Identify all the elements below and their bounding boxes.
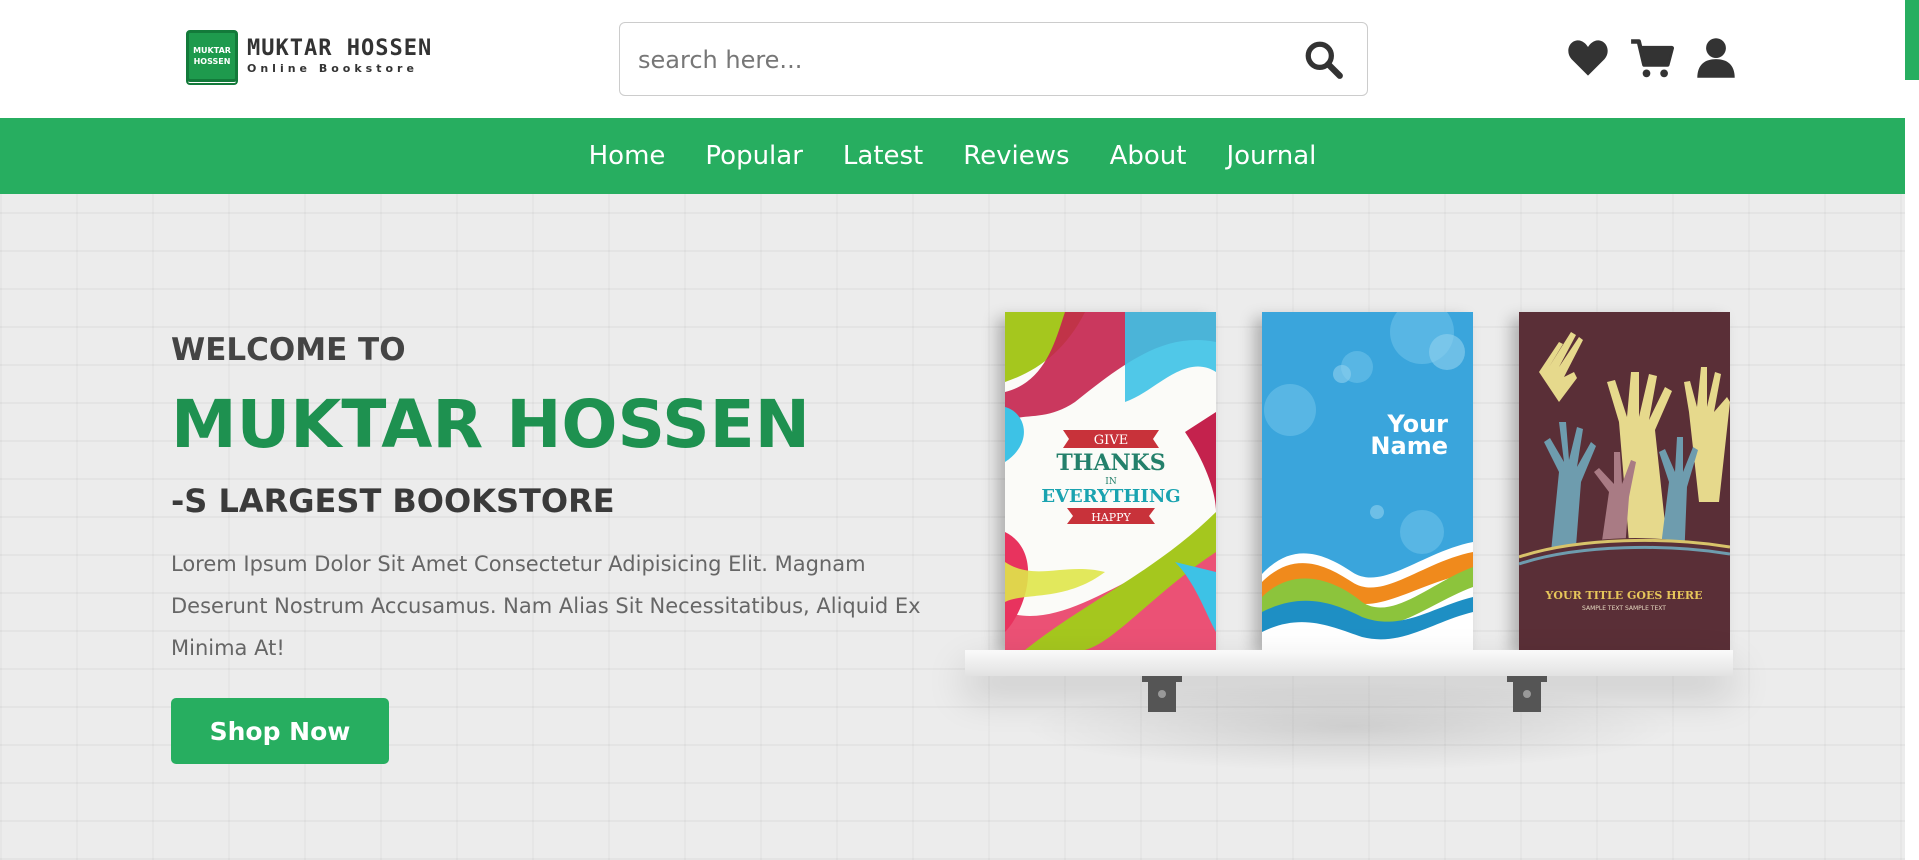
book-cover-3[interactable]: YOUR TITLE GOES HERE SAMPLE TEXT SAMPLE … <box>1519 312 1730 650</box>
logo[interactable]: MUKTAR HOSSEN MUKTAR HOSSEN Online Books… <box>186 30 432 85</box>
nav-popular[interactable]: Popular <box>705 141 803 171</box>
shelf-bracket-right <box>1507 676 1547 712</box>
logo-subtitle: Online Bookstore <box>247 62 418 75</box>
cart-icon[interactable] <box>1630 36 1674 80</box>
shelf-shadow <box>1020 682 1680 772</box>
scrollbar-thumb[interactable] <box>1905 0 1919 80</box>
book-cover-1[interactable]: GIVE THANKS IN EVERYTHING HAPPY <box>1005 312 1216 650</box>
book1-line5: HAPPY <box>1091 511 1131 524</box>
search-box <box>619 22 1368 96</box>
book3-line2: SAMPLE TEXT SAMPLE TEXT <box>1582 605 1666 612</box>
shop-now-button[interactable]: Shop Now <box>171 698 389 764</box>
hero-brand: MUKTAR HOSSEN <box>171 386 810 463</box>
book-shelf: GIVE THANKS IN EVERYTHING HAPPY Your Nam… <box>960 312 1740 852</box>
site-header: MUKTAR HOSSEN MUKTAR HOSSEN Online Books… <box>0 0 1905 118</box>
book-cover-3-art: YOUR TITLE GOES HERE SAMPLE TEXT SAMPLE … <box>1519 312 1730 650</box>
user-icon[interactable] <box>1694 36 1738 80</box>
hero-tagline: -S LARGEST BOOKSTORE <box>171 482 615 520</box>
logo-badge-line2: HOSSEN <box>193 57 231 66</box>
hero-section: WELCOME TO MUKTAR HOSSEN -S LARGEST BOOK… <box>0 194 1905 860</box>
search-input[interactable] <box>638 41 1278 79</box>
logo-title: MUKTAR HOSSEN <box>247 36 433 61</box>
logo-badge: MUKTAR HOSSEN <box>186 30 238 85</box>
shelf-bracket-left <box>1142 676 1182 712</box>
book-cover-1-art: GIVE THANKS IN EVERYTHING HAPPY <box>1005 312 1216 650</box>
nav-journal[interactable]: Journal <box>1226 141 1316 171</box>
book3-line1: YOUR TITLE GOES HERE <box>1545 589 1703 602</box>
hero-welcome: WELCOME TO <box>171 332 406 368</box>
search-icon[interactable] <box>1303 39 1345 81</box>
nav-latest[interactable]: Latest <box>843 141 923 171</box>
book-cover-2-art: Your Name <box>1262 312 1473 650</box>
logo-text: MUKTAR HOSSEN Online Bookstore <box>247 36 432 76</box>
nav-reviews[interactable]: Reviews <box>963 141 1069 171</box>
heart-icon[interactable] <box>1566 36 1610 80</box>
shelf-board <box>965 650 1733 676</box>
nav-home[interactable]: Home <box>589 141 666 171</box>
logo-badge-line1: MUKTAR <box>193 46 231 55</box>
hero-description: Lorem Ipsum Dolor Sit Amet Consectetur A… <box>171 552 921 660</box>
scrollbar-track[interactable] <box>1905 80 1919 860</box>
book-cover-2[interactable]: Your Name <box>1262 312 1473 650</box>
main-nav: Home Popular Latest Reviews About Journa… <box>0 118 1905 194</box>
header-icons <box>1566 36 1758 80</box>
book2-line2: Name <box>1370 432 1448 460</box>
book1-line4: EVERYTHING <box>1041 486 1180 507</box>
book1-line2: THANKS <box>1056 450 1165 476</box>
book1-line1: GIVE <box>1094 433 1128 448</box>
nav-about[interactable]: About <box>1110 141 1187 171</box>
